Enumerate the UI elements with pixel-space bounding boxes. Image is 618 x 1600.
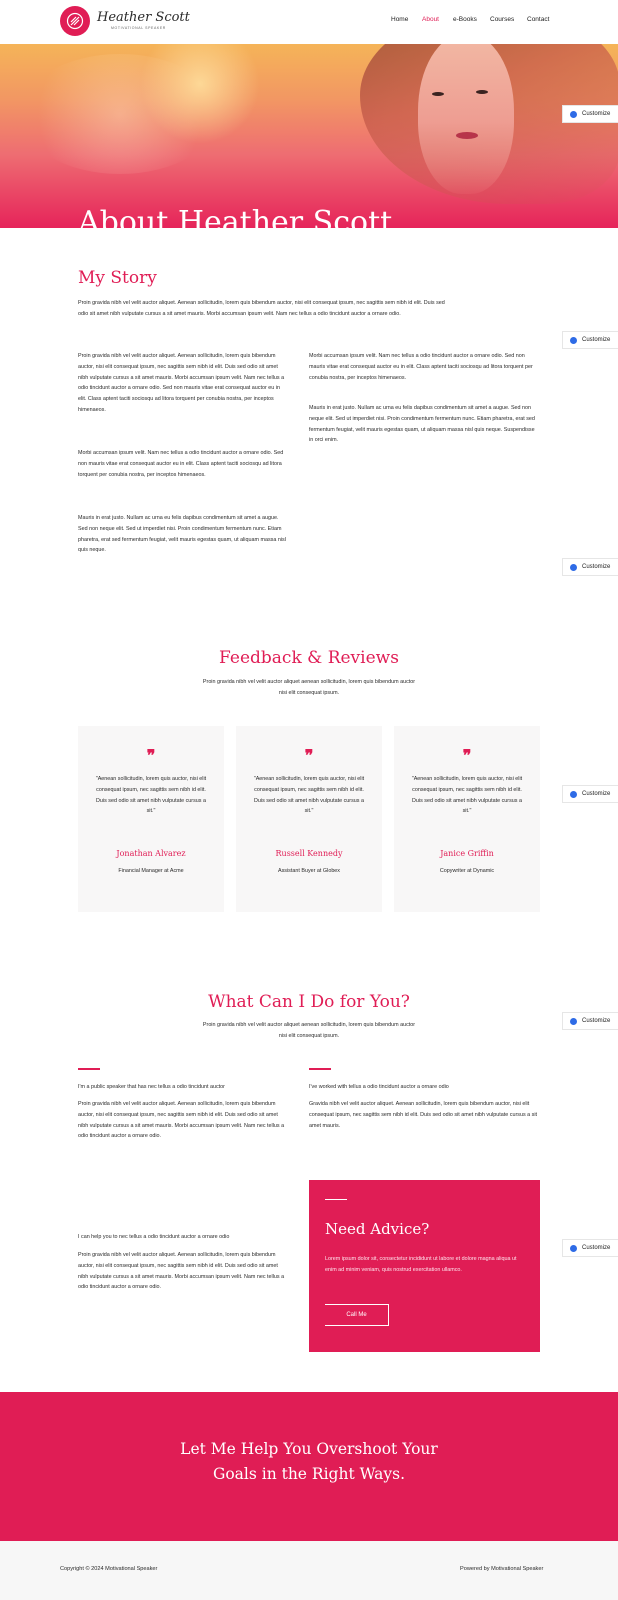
customize-button[interactable]: Customize xyxy=(562,1012,618,1030)
review-card: ❞ "Aenean sollicitudin, lorem quis aucto… xyxy=(394,726,540,912)
review-author: Russell Kennedy xyxy=(275,849,343,858)
reviews-title: Feedback & Reviews xyxy=(219,648,399,668)
advice-text: Lorem ipsum dolor sit, consectetur incid… xyxy=(325,1256,517,1273)
nav-home[interactable]: Home xyxy=(391,16,408,23)
hero-portrait-lips xyxy=(456,132,478,139)
story-title: My Story xyxy=(78,268,157,288)
nav-contact[interactable]: Contact xyxy=(527,16,549,23)
page-title: About Heather Scott xyxy=(78,205,393,228)
advice-title: Need Advice? xyxy=(325,1220,430,1238)
accent-rule xyxy=(78,1068,100,1070)
review-quote: "Aenean sollicitudin, lorem quis auctor,… xyxy=(253,776,365,815)
cta-band: Let Me Help You Overshoot Your Goals in … xyxy=(0,1392,618,1541)
customize-button[interactable]: Customize xyxy=(562,331,618,349)
review-author: Jonathan Alvarez xyxy=(116,849,186,858)
story-left-paragraph: Morbi accumsan ipsum velit. Nam nec tell… xyxy=(78,450,284,478)
customize-button[interactable]: Customize xyxy=(562,1239,618,1257)
reviews-subtitle: Proin gravida nibh vel velit auctor aliq… xyxy=(202,679,416,696)
quote-icon: ❞ xyxy=(146,746,156,765)
story-intro: Proin gravida nibh vel velit auctor aliq… xyxy=(78,300,445,317)
story-right-paragraph: Morbi accumsan ipsum velit. Nam nec tell… xyxy=(309,353,533,381)
service-heading: I can help you to nec tellus a odio tinc… xyxy=(78,1234,230,1240)
nav-about[interactable]: About xyxy=(422,16,439,23)
footer-powered-by[interactable]: Powered by Motivational Speaker xyxy=(460,1566,543,1572)
review-quote: "Aenean sollicitudin, lorem quis auctor,… xyxy=(411,776,523,815)
site-footer: Copyright © 2024 Motivational Speaker Po… xyxy=(0,1541,618,1600)
customize-button[interactable]: Customize xyxy=(562,785,618,803)
footer-copyright: Copyright © 2024 Motivational Speaker xyxy=(60,1566,158,1572)
cta-heading: Let Me Help You Overshoot Your Goals in … xyxy=(180,1440,438,1483)
service-text: Proin gravida nibh vel velit auctor aliq… xyxy=(78,1252,285,1291)
review-card: ❞ "Aenean sollicitudin, lorem quis aucto… xyxy=(236,726,382,912)
services-title: What Can I Do for You? xyxy=(208,992,410,1012)
hero-banner: About Heather Scott xyxy=(0,44,618,228)
site-header: Heather Scott MOTIVATIONAL SPEAKER Home … xyxy=(0,0,618,44)
advice-box: Need Advice? Lorem ipsum dolor sit, cons… xyxy=(309,1180,540,1352)
quote-icon: ❞ xyxy=(462,746,472,765)
hero-portrait-eye xyxy=(476,90,488,94)
review-role: Assistant Buyer at Globex xyxy=(277,868,341,874)
story-left-paragraph: Proin gravida nibh vel velit auctor aliq… xyxy=(78,353,285,413)
nav-courses[interactable]: Courses xyxy=(490,16,514,23)
customize-icon xyxy=(570,110,577,118)
logo-icon[interactable] xyxy=(60,6,90,36)
story-right-paragraph: Mauris in erat justo. Nullam ac urna eu … xyxy=(309,405,535,444)
customize-icon xyxy=(570,563,577,571)
service-heading: I've worked with tellus a odio tincidunt… xyxy=(309,1084,449,1090)
accent-rule xyxy=(309,1068,331,1070)
service-text: Proin gravida nibh vel velit auctor aliq… xyxy=(78,1101,285,1140)
customize-button[interactable]: Customize xyxy=(562,558,618,576)
hero-portrait-eye xyxy=(432,92,444,96)
service-heading: I'm a public speaker that has nec tellus… xyxy=(78,1084,225,1090)
customize-button[interactable]: Customize xyxy=(562,105,618,123)
review-card: ❞ "Aenean sollicitudin, lorem quis aucto… xyxy=(78,726,224,912)
review-quote: "Aenean sollicitudin, lorem quis auctor,… xyxy=(95,776,207,815)
call-me-button[interactable]: Call Me xyxy=(325,1304,389,1326)
nav-ebooks[interactable]: e-Books xyxy=(453,16,477,23)
hero-portrait-face xyxy=(418,44,514,194)
customize-icon xyxy=(570,336,577,344)
story-left-paragraph: Mauris in erat justo. Nullam ac urna eu … xyxy=(78,515,286,554)
brand-name[interactable]: Heather Scott xyxy=(97,10,190,25)
accent-rule xyxy=(325,1199,347,1201)
quote-icon: ❞ xyxy=(304,746,314,765)
services-subtitle: Proin gravida nibh vel velit auctor aliq… xyxy=(202,1022,416,1039)
review-role: Copywriter at Dynamic xyxy=(439,868,495,874)
brand-tagline: MOTIVATIONAL SPEAKER xyxy=(111,26,166,30)
customize-icon xyxy=(570,1017,577,1025)
review-author: Janice Griffin xyxy=(440,849,494,858)
review-role: Financial Manager at Acme xyxy=(118,868,184,874)
customize-icon xyxy=(570,790,577,798)
service-text: Gravida nibh vel velit auctor aliquet. A… xyxy=(309,1101,538,1129)
customize-icon xyxy=(570,1244,577,1252)
